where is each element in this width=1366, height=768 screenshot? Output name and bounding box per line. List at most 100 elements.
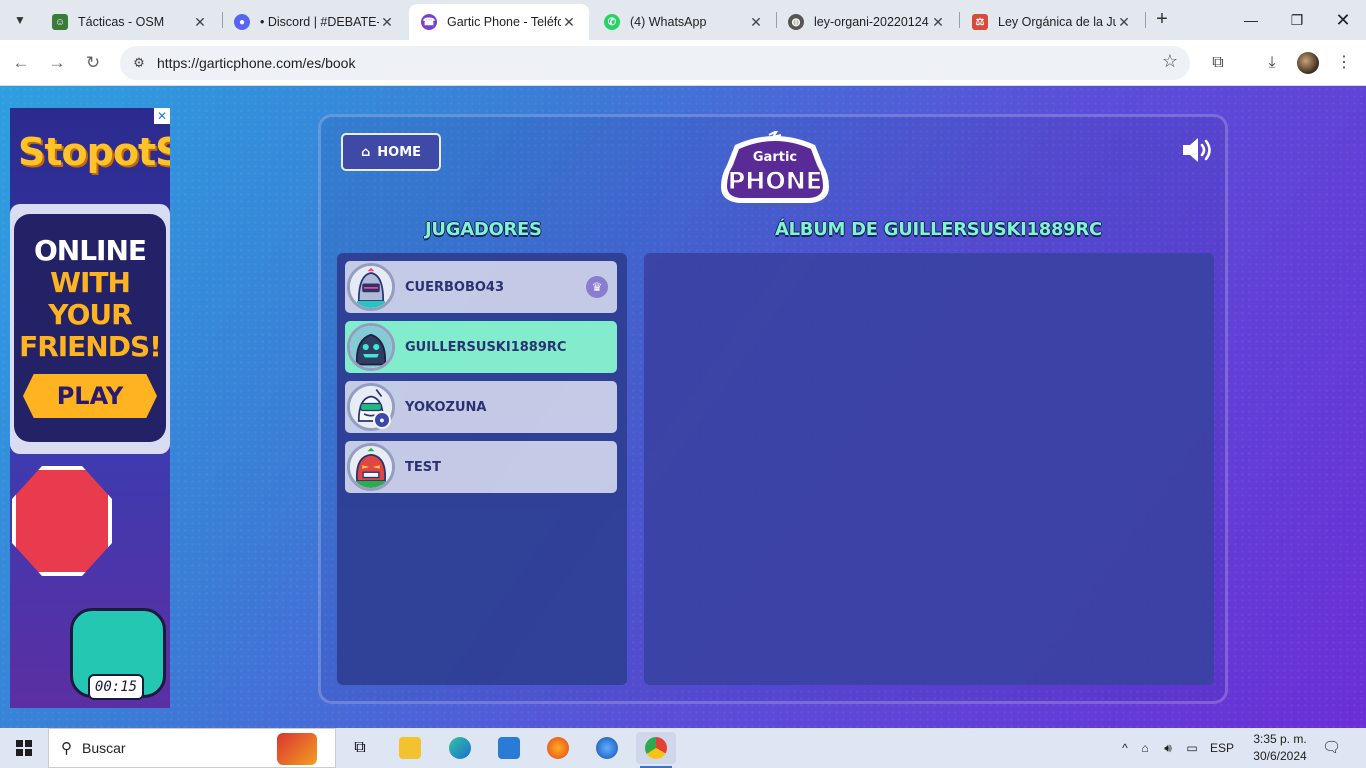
firefox-dev-icon[interactable] [587, 732, 627, 764]
url-text[interactable]: https://garticphone.com/es/book [157, 55, 355, 71]
ley-favicon-icon: ⚖ [972, 14, 988, 30]
browser-tab-discord[interactable]: ● • Discord | #DEBATE-PR ✕ [222, 4, 407, 40]
reload-icon[interactable]: ↻ [80, 50, 106, 76]
ad-line-2: WITH [50, 266, 131, 299]
ad-line-3: YOUR [48, 298, 132, 331]
edge-browser-icon[interactable] [440, 732, 480, 764]
player-row[interactable]: CUERBOBO43 ♛ [345, 261, 617, 313]
firefox-icon[interactable] [538, 732, 578, 764]
ad-line-4: FRIENDS! [19, 330, 162, 363]
player-name: TEST [405, 459, 441, 475]
clock-date: 30/6/2024 [1253, 749, 1307, 763]
whatsapp-favicon-icon: ✆ [604, 14, 620, 30]
player-row-current-user[interactable]: GUILLERSUSKI1889RC [345, 321, 617, 373]
stopots-logo: StopotS [18, 130, 170, 174]
extensions-puzzle-icon[interactable]: ⧉ [1205, 50, 1231, 76]
task-view-icon[interactable]: ⧉ [340, 732, 380, 764]
album-title: ÁLBUM DE GUILLERSUSKI1889RC [775, 219, 1102, 240]
browser-tab-ley-pdf[interactable]: ◍ ley-organi-20220124 ✕ [776, 4, 958, 40]
browser-tab-ley-organica[interactable]: ⚖ Ley Orgánica de la Ju ✕ [960, 4, 1144, 40]
chrome-icon[interactable] [636, 732, 676, 768]
game-panel: ⌂ HOME Gartic PHONE JUGADORES ÁLBUM DE G… [318, 114, 1228, 704]
red-mask-avatar [347, 443, 395, 491]
player-name: GUILLERSUSKI1889RC [405, 339, 567, 355]
tab-search-chevron-icon[interactable]: ▼ [8, 8, 32, 32]
menu-kebab-icon[interactable]: ⋮ [1331, 50, 1357, 76]
windows-logo-icon [16, 740, 32, 756]
close-tab-icon[interactable]: ✕ [192, 14, 208, 31]
meet-now-icon[interactable]: ⌂ [1134, 741, 1156, 755]
osm-favicon-icon: ☺ [52, 14, 68, 30]
forward-arrow-icon[interactable]: → [44, 50, 70, 76]
gartic-phone-logo: Gartic PHONE [721, 131, 829, 203]
minimize-window-icon[interactable]: — [1228, 0, 1274, 40]
search-icon: ⚲ [61, 740, 72, 757]
close-tab-icon[interactable]: ✕ [379, 14, 395, 31]
ad-timer: 00:15 [88, 674, 144, 700]
players-title: JUGADORES [425, 219, 542, 240]
player-row[interactable]: ● YOKOZUNA [345, 381, 617, 433]
close-tab-icon[interactable]: ✕ [748, 14, 764, 31]
tab-title: (4) WhatsApp [630, 15, 707, 29]
close-tab-icon[interactable]: ✕ [1116, 14, 1132, 31]
tab-title: Tácticas - OSM [78, 15, 165, 29]
gartic-page: ✕ StopotS ONLINE WITH YOUR FRIENDS! PLAY… [0, 86, 1366, 728]
home-button[interactable]: ⌂ HOME [341, 133, 441, 171]
player-name: YOKOZUNA [405, 399, 487, 415]
browser-tab-osm[interactable]: ☺ Tácticas - OSM ✕ [40, 4, 220, 40]
gartic-favicon-icon: ☎ [421, 14, 437, 30]
close-tab-icon[interactable]: ✕ [930, 14, 946, 31]
tab-title: ley-organi-20220124 [814, 15, 929, 29]
notification-center-icon[interactable]: 🗨︎ [1322, 738, 1342, 758]
close-window-icon[interactable]: ✕ [1320, 0, 1366, 40]
logo-bottom-text: PHONE [728, 167, 823, 195]
browser-tab-whatsapp[interactable]: ✆ (4) WhatsApp ✕ [592, 4, 776, 40]
back-arrow-icon[interactable]: ← [8, 50, 34, 76]
restore-window-icon[interactable]: ❐ [1274, 0, 1320, 40]
player-name: CUERBOBO43 [405, 279, 504, 295]
taskbar-clock[interactable]: 3:35 p. m. 30/6/2024 [1244, 731, 1316, 765]
browser-tab-gartic[interactable]: ☎ Gartic Phone - Teléfo ✕ [409, 4, 589, 40]
player-row[interactable]: TEST [345, 441, 617, 493]
dark-monster-avatar [347, 323, 395, 371]
close-tab-icon[interactable]: ✕ [561, 14, 577, 31]
ad-play-button[interactable]: PLAY [23, 374, 157, 418]
tab-title: Ley Orgánica de la Ju [998, 15, 1116, 29]
ad-stop-sign-character [12, 466, 112, 576]
tab-title: Gartic Phone - Teléfo [447, 15, 561, 29]
browser-toolbar: ← → ↻ ⚙ https://garticphone.com/es/book … [0, 40, 1366, 86]
site-settings-icon[interactable]: ⚙ [130, 54, 148, 72]
mail-icon[interactable] [489, 732, 529, 764]
tab-title: • Discord | #DEBATE-PR [260, 15, 379, 29]
home-icon: ⌂ [360, 144, 371, 160]
profile-avatar[interactable] [1297, 52, 1319, 74]
knight-avatar [347, 263, 395, 311]
search-highlight-art [277, 733, 317, 765]
clock-time: 3:35 p. m. [1253, 732, 1307, 746]
logo-top-text: Gartic [753, 150, 797, 165]
album-area [644, 253, 1214, 685]
network-icon[interactable]: ▭ [1180, 741, 1204, 755]
host-crown-icon: ♛ [586, 276, 608, 298]
search-label: Buscar [82, 740, 126, 756]
download-icon[interactable]: ⤓ [1259, 50, 1285, 76]
taskbar-search-box[interactable]: ⚲ Buscar [48, 728, 336, 768]
browser-tab-strip: ▼ ☺ Tácticas - OSM ✕ ● • Discord | #DEBA… [0, 0, 1366, 40]
sound-speaker-icon[interactable] [1181, 135, 1215, 165]
volume-icon[interactable]: 🔊︎ [1156, 741, 1180, 756]
bookmark-star-icon[interactable]: ☆ [1162, 51, 1178, 72]
home-label: HOME [377, 144, 422, 160]
windows-start-button[interactable] [0, 728, 48, 768]
address-bar[interactable]: ⚙ https://garticphone.com/es/book ☆ [120, 46, 1190, 80]
tray-chevron-up-icon[interactable]: ^ [1116, 741, 1134, 755]
ad-close-icon[interactable]: ✕ [154, 108, 170, 124]
windows-taskbar: ⚲ Buscar ⧉ ^ ⌂ 🔊︎ ▭ ESP 3:35 p. m. 30/6/… [0, 728, 1366, 768]
language-indicator[interactable]: ESP [1204, 741, 1240, 755]
system-tray: ^ ⌂ 🔊︎ ▭ ESP [1116, 728, 1240, 768]
new-tab-plus-icon[interactable]: + [1150, 8, 1174, 32]
file-explorer-icon[interactable] [390, 732, 430, 764]
stopots-advertisement[interactable]: ✕ StopotS ONLINE WITH YOUR FRIENDS! PLAY… [10, 108, 170, 708]
players-list: CUERBOBO43 ♛ GUILLERSUSKI1889RC ● YOKOZU… [337, 253, 627, 685]
ad-line-1: ONLINE [33, 234, 147, 267]
user-badge-icon: ● [373, 411, 391, 429]
